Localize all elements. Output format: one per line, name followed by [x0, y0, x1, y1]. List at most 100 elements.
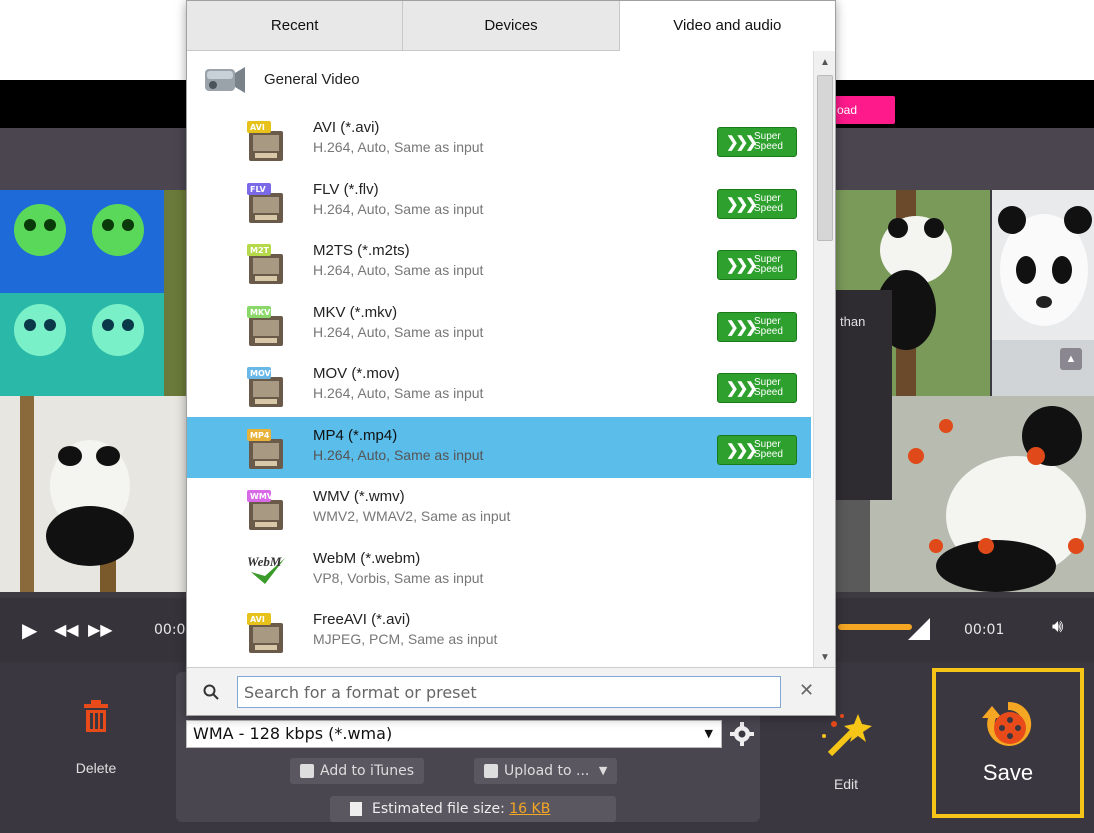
volume-icon[interactable]: 🔊︎ [1052, 616, 1063, 637]
format-select-value: WMA - 128 kbps (*.wma) [193, 724, 393, 743]
format-search-bar: ✕ [187, 667, 835, 715]
svg-text:MKV: MKV [250, 308, 271, 317]
film-format-icon: MP4 [245, 427, 291, 471]
fast-forward-icon: ❯❯❯ [726, 318, 758, 336]
svg-text:AVI: AVI [250, 123, 265, 132]
format-item[interactable]: MKV MKV (*.mkv) H.264, Auto, Same as input… [187, 294, 811, 356]
document-icon [350, 802, 362, 816]
fast-forward-icon[interactable]: ▶▶ [88, 620, 113, 640]
estimated-size-link[interactable]: 16 KB [509, 801, 550, 817]
format-item[interactable]: M2T M2TS (*.m2ts) H.264, Auto, Same as inp… [187, 232, 811, 294]
format-name: FLV (*.flv) [313, 180, 379, 198]
format-name: MOV (*.mov) [313, 365, 400, 382]
fast-forward-icon: ❯❯❯ [726, 195, 758, 213]
scroll-down-arrow-icon[interactable]: ▼ [820, 652, 830, 663]
fast-forward-icon: ❯❯❯ [726, 134, 758, 151]
svg-text:MP4: MP4 [250, 431, 270, 440]
fast-forward-icon: ❯❯❯ [726, 441, 758, 459]
svg-text:AVI: AVI [250, 615, 265, 624]
format-item[interactable]: FLV FLV (*.flv) H.264, Auto, Same as input… [187, 171, 811, 233]
format-item[interactable]: AVI AVI (*.avi) H.264, Auto, Same as input… [187, 109, 811, 171]
close-icon[interactable]: ✕ [799, 680, 814, 701]
super-speed-badge: ❯❯❯ Super Speed [717, 434, 797, 465]
fast-forward-icon: ❯❯❯ [726, 380, 758, 397]
format-description: H.264, Auto, Same as input [313, 385, 484, 401]
tab-recent[interactable]: Recent [187, 1, 404, 51]
current-time: 00:0 [154, 622, 186, 638]
format-item[interactable]: WMV WMV (*.wmv) WMV2, WMAV2, Same as input [187, 478, 811, 540]
super-speed-line2: Speed [754, 325, 783, 337]
save-film-icon [980, 696, 1036, 752]
format-description: WMV2, WMAV2, Same as input [313, 508, 511, 524]
checkbox-icon [484, 764, 498, 778]
delete-button[interactable]: Delete [62, 700, 130, 776]
format-tabs: Recent Devices Video and audio [187, 1, 835, 51]
trash-icon [82, 700, 110, 734]
format-item[interactable]: MP4 MP4 (*.mp4) H.264, Auto, Same as input… [187, 416, 811, 478]
save-button[interactable]: Save [932, 668, 1084, 818]
estimated-file-size: Estimated file size: 16 KB [330, 796, 616, 822]
thumbnail-image [20, 396, 134, 592]
play-icon[interactable]: ▶ [22, 618, 37, 643]
format-description: H.264, Auto, Same as input [313, 446, 484, 463]
delete-label: Delete [75, 760, 117, 776]
format-description: H.264, Auto, Same as input [313, 323, 484, 340]
format-picker-popup: Recent Devices Video and audio General V… [186, 0, 836, 716]
tooltip: than [836, 290, 892, 500]
chevron-down-icon: ▼ [704, 727, 713, 740]
add-to-itunes-button[interactable]: Add to iTunes [290, 758, 425, 784]
super-speed-badge: ❯❯❯ Super Speed [717, 188, 797, 219]
super-speed-line2: Speed [754, 387, 783, 398]
gear-icon[interactable] [730, 722, 754, 746]
progress-bar[interactable] [838, 624, 912, 630]
film-format-icon: MKV [245, 304, 291, 348]
film-format-icon: MOV [245, 365, 291, 409]
format-select[interactable]: WMA - 128 kbps (*.wma) ▼ [186, 720, 722, 748]
total-time: 00:01 [964, 622, 1005, 638]
scrollbar-thumb[interactable] [817, 75, 833, 241]
video-camera-icon [201, 61, 247, 97]
svg-text:MOV: MOV [250, 369, 272, 378]
super-speed-line2: Speed [754, 448, 783, 460]
format-name: MP4 (*.mp4) [313, 426, 398, 444]
scroll-up-arrow-icon[interactable]: ▲ [820, 57, 830, 68]
magic-wand-icon [816, 710, 876, 758]
super-speed-badge: ❯❯❯ Super Speed [717, 250, 797, 280]
svg-text:M2T: M2T [250, 246, 270, 255]
svg-text:WMV: WMV [250, 492, 274, 501]
film-format-icon: FLV [245, 181, 291, 225]
super-speed-line2: Speed [754, 202, 783, 214]
edit-button[interactable]: Edit [804, 710, 888, 792]
edit-label: Edit [833, 776, 859, 792]
format-item[interactable]: MOV MOV (*.mov) H.264, Auto, Same as input… [187, 355, 811, 417]
group-general-video[interactable]: General Video [187, 51, 811, 109]
svg-text:FLV: FLV [250, 185, 266, 194]
format-name: FreeAVI (*.avi) [313, 611, 411, 628]
progress-handle[interactable] [908, 618, 930, 640]
chevron-down-icon: ▼ [598, 764, 608, 777]
format-name: AVI (*.avi) [313, 119, 380, 136]
thumbnail-image [0, 190, 164, 396]
thumbnail-posterized-pandas[interactable] [0, 190, 164, 396]
format-item[interactable]: WebM WebM (*.webm) VP8, Vorbis, Same as in… [187, 540, 811, 602]
tab-video-and-audio[interactable]: Video and audio [619, 1, 835, 51]
format-search-input[interactable] [237, 676, 781, 708]
format-description: H.264, Auto, Same as input [313, 200, 484, 217]
film-format-icon: M2T [245, 242, 291, 286]
svg-text:WebM: WebM [247, 554, 282, 569]
format-description: MJPEG, PCM, Same as input [313, 631, 498, 647]
upload-button[interactable]: oad [835, 96, 895, 124]
tab-devices[interactable]: Devices [403, 1, 620, 51]
format-item[interactable]: AVI FreeAVI (*.avi) MJPEG, PCM, Same as in… [187, 601, 811, 663]
upload-to-button[interactable]: Upload to ... ▼ [474, 758, 618, 784]
tooltip-text: than [840, 314, 866, 329]
rewind-icon[interactable]: ◀◀ [54, 620, 79, 640]
format-list-scrollbar[interactable]: ▲ ▼ [813, 51, 835, 667]
estimated-label: Estimated file size: [372, 801, 505, 817]
format-name: M2TS (*.m2ts) [313, 242, 410, 259]
thumbnail-panda-tree[interactable] [0, 396, 186, 592]
scroll-up-button[interactable]: ▲ [1060, 348, 1082, 370]
search-icon [203, 684, 219, 700]
format-description: VP8, Vorbis, Same as input [313, 569, 484, 586]
save-label: Save [982, 760, 1034, 785]
